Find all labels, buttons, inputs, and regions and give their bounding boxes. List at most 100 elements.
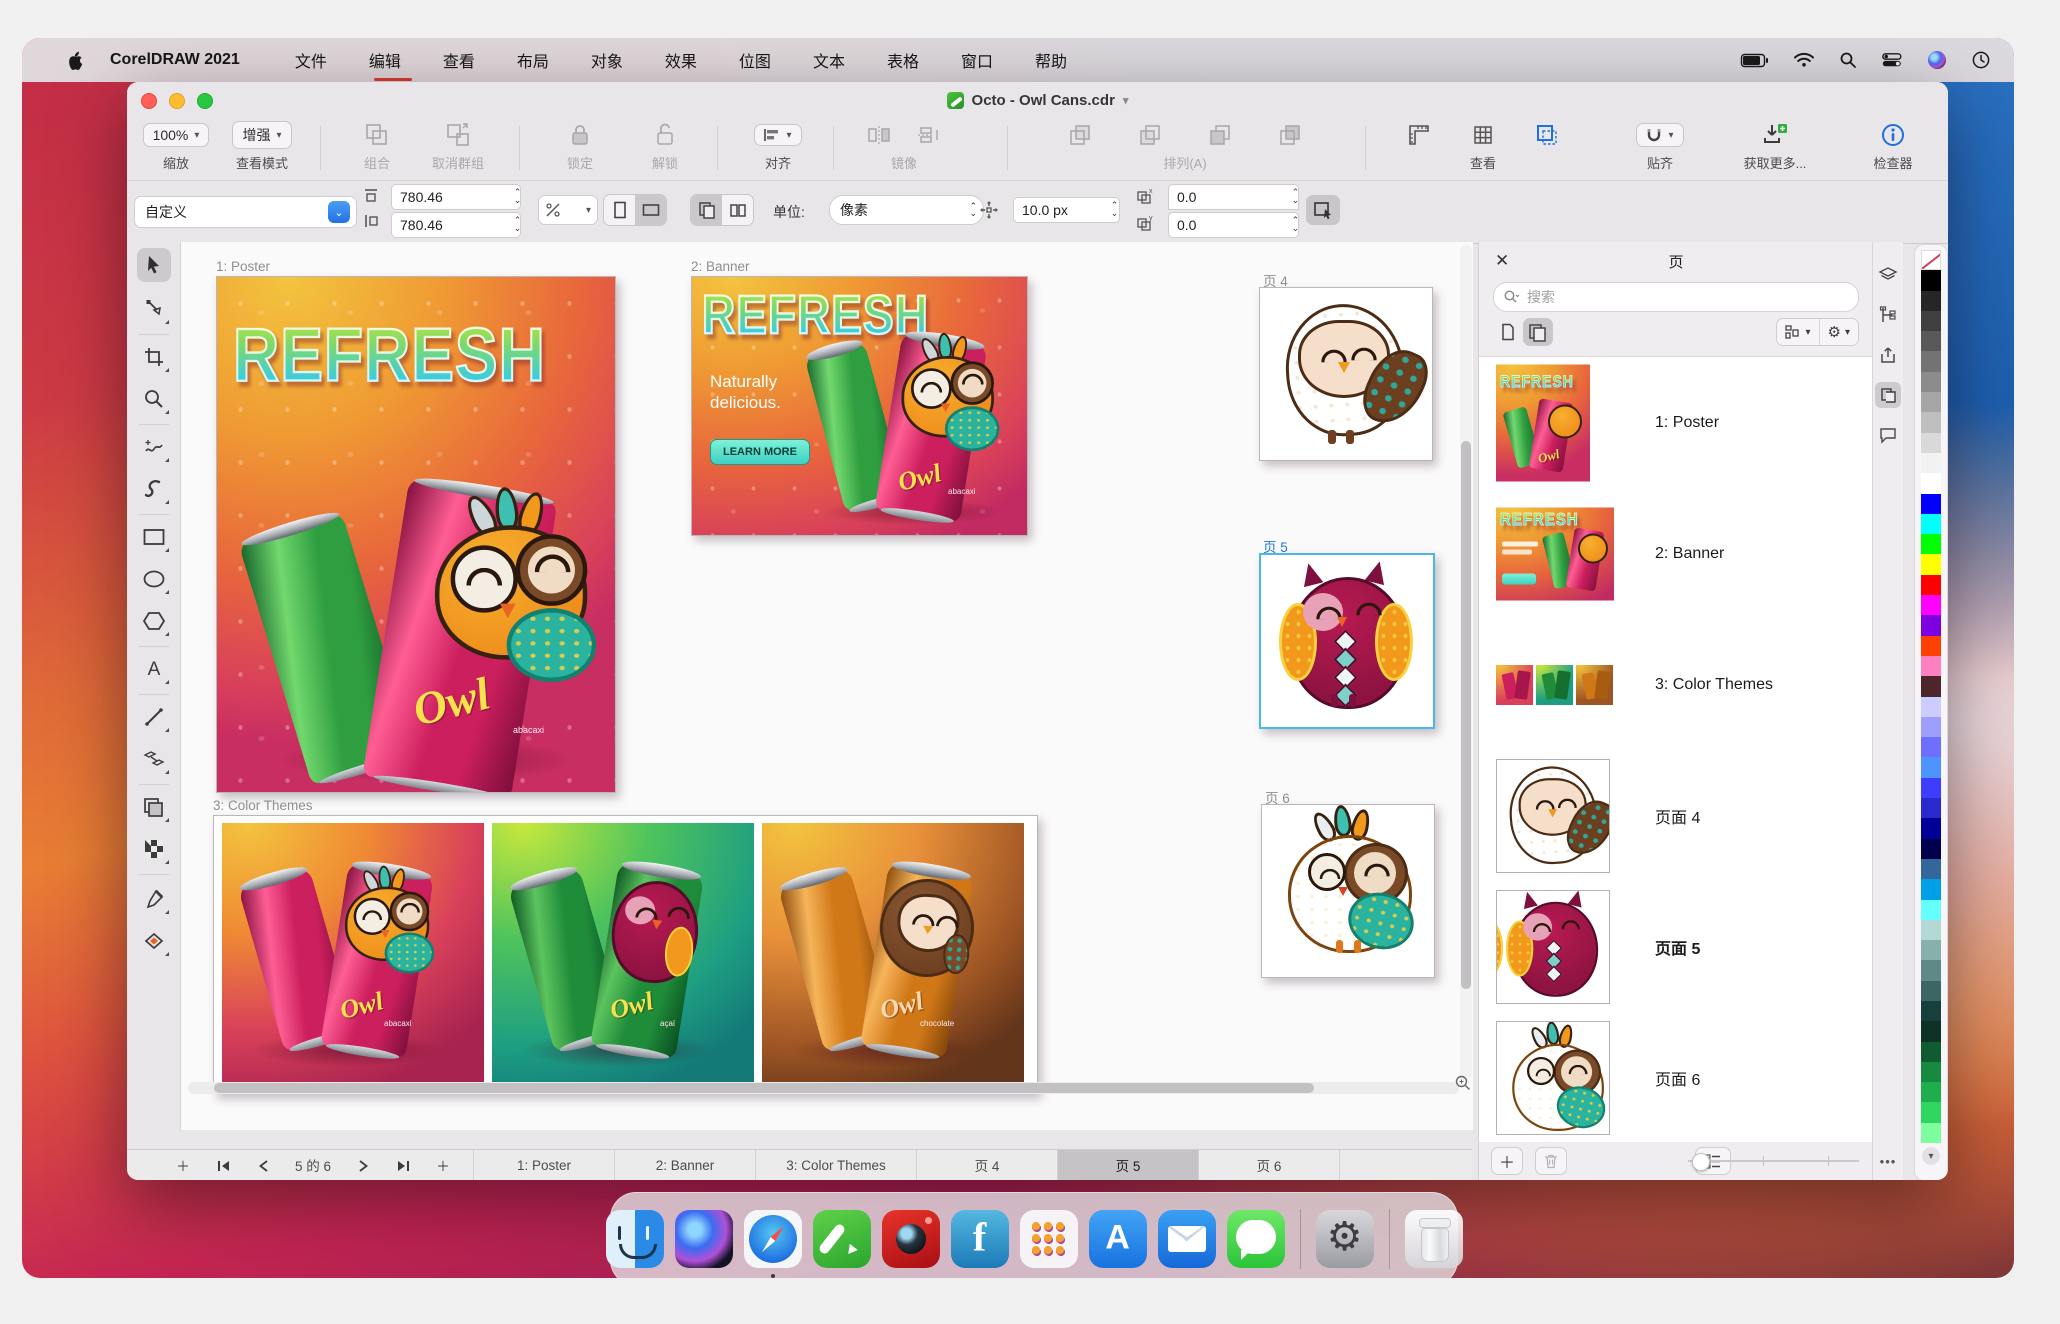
dock-siri-icon[interactable] <box>675 1210 733 1268</box>
no-color-swatch[interactable] <box>1921 250 1941 270</box>
zoom-tool[interactable] <box>137 382 171 416</box>
dock-pen-app-icon[interactable] <box>813 1210 871 1268</box>
dock-launchpad-icon[interactable] <box>1020 1210 1078 1268</box>
apple-menu-icon[interactable] <box>66 50 84 70</box>
add-page-after-button[interactable]: ＋ <box>423 1155 463 1175</box>
duplicate-y-stepper[interactable]: ⌃⌄ <box>1287 212 1304 236</box>
pick-tool[interactable] <box>137 248 171 282</box>
delete-page-button[interactable] <box>1535 1147 1567 1175</box>
grid-icon[interactable] <box>1471 123 1495 147</box>
portrait-button[interactable] <box>604 195 635 225</box>
color-swatch[interactable] <box>1921 717 1941 737</box>
tab-banner[interactable]: 2: Banner <box>614 1150 755 1180</box>
last-page-button[interactable] <box>383 1158 423 1173</box>
page-size-preset-select[interactable]: 自定义⌄ <box>134 196 357 228</box>
dock-app-store-icon[interactable] <box>1089 1210 1147 1268</box>
color-swatch[interactable] <box>1921 940 1941 960</box>
panel-settings-dropdown[interactable]: ⚙▾ <box>1819 319 1858 345</box>
color-swatch[interactable] <box>1921 1102 1941 1122</box>
dock-facebook-icon[interactable] <box>951 1210 1009 1268</box>
dock-messages-icon[interactable] <box>1227 1210 1285 1268</box>
poster-page[interactable]: REFRESH <box>216 276 616 793</box>
text-tool[interactable]: A <box>137 652 171 686</box>
ellipse-tool[interactable] <box>137 562 171 596</box>
freehand-tool[interactable] <box>137 430 171 464</box>
color-swatch[interactable] <box>1921 1123 1941 1143</box>
forward-one-icon[interactable] <box>1208 123 1232 147</box>
duplicate-x-field[interactable]: 0.0 <box>1168 184 1299 210</box>
page-row-page6[interactable]: 页面 6 <box>1479 1012 1873 1142</box>
tab-poster[interactable]: 1: Poster <box>473 1150 614 1180</box>
unlock-icon[interactable] <box>654 122 676 148</box>
color-swatch[interactable] <box>1921 879 1941 899</box>
crop-tool[interactable] <box>137 340 171 374</box>
zoom-level-dropdown[interactable]: 100%▾ <box>143 123 210 147</box>
back-one-icon[interactable] <box>1278 123 1302 147</box>
page-border-icon[interactable] <box>1535 123 1559 147</box>
menu-effects[interactable]: 效果 <box>644 48 718 72</box>
color-swatch[interactable] <box>1921 514 1941 534</box>
shape-tool[interactable] <box>137 292 171 326</box>
mesh-fill-tool[interactable] <box>137 832 171 866</box>
landscape-button[interactable] <box>635 195 666 225</box>
clock-icon[interactable] <box>1972 51 1990 69</box>
previous-page-button[interactable] <box>243 1158 283 1173</box>
menu-text[interactable]: 文本 <box>792 48 866 72</box>
color-swatch[interactable] <box>1921 575 1941 595</box>
lock-icon[interactable] <box>569 122 591 148</box>
dock-trash-icon[interactable] <box>1405 1210 1463 1268</box>
thumbnail-size-slider[interactable] <box>1688 1160 1859 1162</box>
dock-system-preferences-icon[interactable] <box>1316 1210 1374 1268</box>
page-row-page5-current[interactable]: 页面 5 <box>1479 881 1873 1013</box>
color-swatch[interactable] <box>1921 697 1941 717</box>
rectangle-tool[interactable] <box>137 520 171 554</box>
eyedropper-tool[interactable] <box>137 882 171 916</box>
menu-help[interactable]: 帮助 <box>1014 48 1088 72</box>
title-chevron-icon[interactable]: ▾ <box>1123 94 1129 107</box>
color-swatch[interactable] <box>1921 433 1941 453</box>
page-row-themes[interactable]: 3: Color Themes <box>1479 619 1873 751</box>
drawing-scale-dropdown[interactable]: ▾ <box>538 195 598 225</box>
menu-view[interactable]: 查看 <box>422 48 496 72</box>
color-swatch[interactable] <box>1921 960 1941 980</box>
layers-docker-icon[interactable] <box>1875 262 1901 288</box>
page-row-page4[interactable]: 页面 4 <box>1479 750 1873 882</box>
export-docker-icon[interactable] <box>1875 342 1901 368</box>
color-swatch[interactable] <box>1921 676 1941 696</box>
color-swatch[interactable] <box>1921 920 1941 940</box>
drawing-canvas[interactable]: 1: Poster REFRESH <box>180 242 1473 1130</box>
dock-safari-icon[interactable] <box>744 1210 802 1268</box>
line-tool[interactable] <box>137 700 171 734</box>
mirror-vertical-icon[interactable] <box>917 124 941 146</box>
color-swatch[interactable] <box>1921 1042 1941 1062</box>
color-swatch[interactable] <box>1921 534 1941 554</box>
page4[interactable] <box>1259 287 1433 461</box>
color-swatch[interactable] <box>1921 656 1941 676</box>
strip-more-icon[interactable]: ••• <box>1875 1148 1901 1174</box>
search-icon[interactable] <box>1840 52 1856 68</box>
color-swatch[interactable] <box>1921 839 1941 859</box>
color-swatch[interactable] <box>1921 270 1941 290</box>
polygon-tool[interactable] <box>137 604 171 638</box>
align-dropdown[interactable]: ▾ <box>754 124 801 146</box>
color-swatch[interactable] <box>1921 453 1941 473</box>
dock-camera-app-icon[interactable] <box>882 1210 940 1268</box>
color-swatch[interactable] <box>1921 636 1941 656</box>
control-center-icon[interactable] <box>1882 53 1902 67</box>
page6[interactable] <box>1261 804 1435 978</box>
menu-edit[interactable]: 编辑 <box>348 48 422 72</box>
color-swatch[interactable] <box>1921 615 1941 635</box>
siri-icon[interactable] <box>1928 51 1946 69</box>
page-width-field[interactable]: 780.46 <box>391 184 521 210</box>
color-swatch[interactable] <box>1921 737 1941 757</box>
to-back-icon[interactable] <box>1138 123 1162 147</box>
duplicate-y-field[interactable]: 0.0 <box>1168 212 1299 238</box>
multi-page-view-button[interactable] <box>1523 318 1553 346</box>
transparency-tool[interactable] <box>137 790 171 824</box>
add-page-before-button[interactable]: ＋ <box>163 1155 203 1175</box>
next-page-button[interactable] <box>343 1158 383 1173</box>
color-swatch[interactable] <box>1921 778 1941 798</box>
menu-table[interactable]: 表格 <box>866 48 940 72</box>
menu-file[interactable]: 文件 <box>274 48 348 72</box>
pages-docker-icon[interactable] <box>1875 382 1901 408</box>
